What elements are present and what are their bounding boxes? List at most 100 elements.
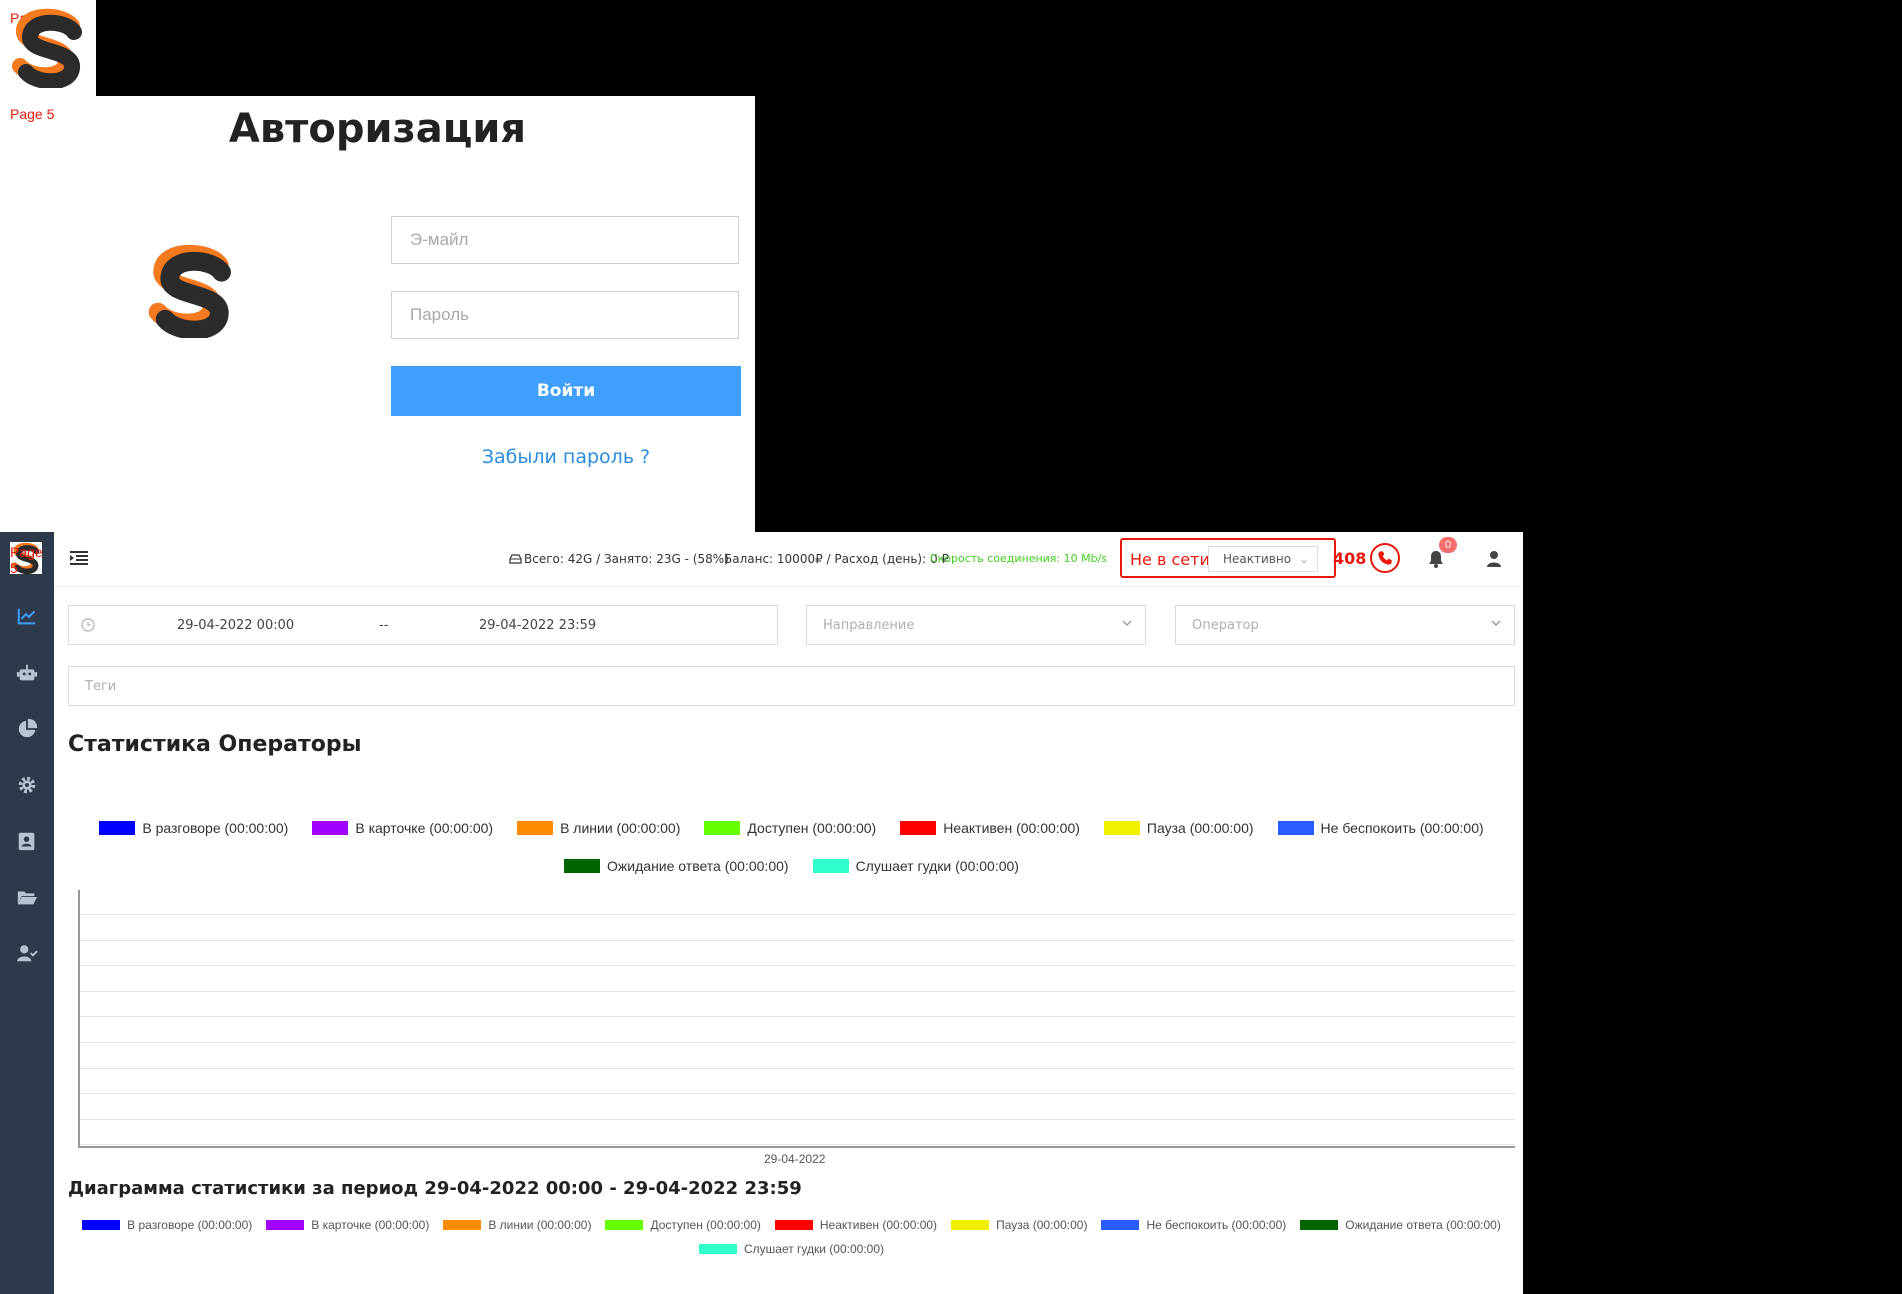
legend-label: Ожидание ответа (00:00:00) bbox=[1345, 1218, 1501, 1232]
legend-item[interactable]: Неактивен (00:00:00) bbox=[774, 1218, 938, 1232]
legend-swatch bbox=[605, 1220, 644, 1230]
forgot-password-link[interactable]: Забыли пароль ? bbox=[391, 446, 741, 468]
legend-item[interactable]: Не беспокоить (00:00:00) bbox=[1101, 1218, 1286, 1232]
status-code: 408 bbox=[1333, 549, 1367, 568]
folder-open-icon[interactable] bbox=[14, 884, 40, 910]
legend-swatch bbox=[1101, 1220, 1140, 1230]
legend-item[interactable]: Доступен (00:00:00) bbox=[704, 820, 876, 836]
operator-placeholder: Оператор bbox=[1192, 618, 1259, 633]
robot-icon[interactable] bbox=[14, 660, 40, 686]
chart-gridline bbox=[80, 1093, 1515, 1095]
tags-input[interactable]: Теги bbox=[68, 666, 1515, 706]
bell-icon[interactable] bbox=[1428, 550, 1444, 573]
notification-badge: 0 bbox=[1439, 537, 1457, 553]
legend-item[interactable]: В карточке (00:00:00) bbox=[312, 820, 493, 836]
legend-item[interactable]: В карточке (00:00:00) bbox=[266, 1218, 429, 1232]
legend-swatch bbox=[312, 821, 349, 835]
legend-swatch bbox=[774, 1220, 813, 1230]
login-logo bbox=[148, 244, 234, 338]
chart-gridline bbox=[80, 914, 1515, 915]
chart-line-icon[interactable] bbox=[14, 603, 40, 629]
direction-placeholder: Направление bbox=[823, 618, 915, 633]
login-title: Авторизация bbox=[228, 106, 527, 152]
legend-swatch bbox=[812, 859, 849, 873]
clock-icon bbox=[81, 618, 95, 636]
legend-swatch bbox=[517, 821, 554, 835]
legend-item[interactable]: Неактивен (00:00:00) bbox=[900, 820, 1080, 836]
phone-icon bbox=[1378, 551, 1392, 565]
user-check-icon[interactable] bbox=[14, 940, 40, 966]
legend-item[interactable]: В разговоре (00:00:00) bbox=[82, 1218, 252, 1232]
chart-gridline bbox=[80, 1067, 1515, 1069]
legend-label: Неактивен (00:00:00) bbox=[819, 1218, 938, 1232]
legend-label: В карточке (00:00:00) bbox=[355, 820, 494, 836]
password-field[interactable] bbox=[391, 291, 739, 339]
date-to[interactable]: 29-04-2022 23:59 bbox=[479, 618, 596, 633]
pie-chart-icon[interactable] bbox=[14, 716, 40, 742]
chart-gridline bbox=[80, 939, 1515, 941]
topbar: Всего: 42G / Занято: 23G - (58%) Баланс:… bbox=[54, 532, 1523, 587]
hdd-icon bbox=[509, 554, 522, 564]
legend-label: Доступен (00:00:00) bbox=[650, 1218, 761, 1232]
diagram-title: Диаграмма статистики за период 29-04-202… bbox=[68, 1178, 802, 1199]
connection-speed-text: Скорость соединения: 10 Mb/s bbox=[930, 552, 1108, 565]
legend-label: В линии (00:00:00) bbox=[560, 820, 681, 836]
chevron-down-icon bbox=[1490, 617, 1502, 633]
logo bbox=[12, 8, 84, 88]
dashboard: Page 5 Всего: 42G / Занято: 23G - (58%) bbox=[0, 532, 1523, 1294]
legend-item[interactable]: Ожидание ответа (00:00:00) bbox=[1300, 1218, 1501, 1232]
legend-label: Слушает гудки (00:00:00) bbox=[743, 1242, 885, 1256]
legend-label: Не беспокоить (00:00:00) bbox=[1320, 820, 1484, 836]
legend-label: Неактивен (00:00:00) bbox=[943, 820, 1080, 836]
legend-swatch bbox=[82, 1220, 121, 1230]
legend-item[interactable]: Доступен (00:00:00) bbox=[605, 1218, 761, 1232]
sidebar: Page 5 bbox=[0, 532, 54, 1294]
chart-gridline bbox=[80, 1118, 1515, 1120]
gear-icon[interactable] bbox=[14, 772, 40, 798]
disk-usage-text: Всего: 42G / Занято: 23G - (58%) bbox=[509, 552, 729, 566]
legend-swatch bbox=[99, 821, 136, 835]
legend-label: В разговоре (00:00:00) bbox=[142, 820, 289, 836]
date-from[interactable]: 29-04-2022 00:00 bbox=[177, 618, 294, 633]
legend-item[interactable]: Ожидание ответа (00:00:00) bbox=[564, 858, 789, 874]
legend-item[interactable]: Слушает гудки (00:00:00) bbox=[698, 1242, 885, 1256]
legend-label: Слушает гудки (00:00:00) bbox=[855, 858, 1019, 874]
legend-label: Ожидание ответа (00:00:00) bbox=[607, 858, 789, 874]
operator-status-box: Не в сети Неактивно ⌄ 408 bbox=[1120, 538, 1400, 578]
legend-label: В карточке (00:00:00) bbox=[311, 1218, 430, 1232]
legend-swatch bbox=[1300, 1220, 1339, 1230]
legend-item[interactable]: Пауза (00:00:00) bbox=[951, 1218, 1087, 1232]
legend-swatch bbox=[900, 821, 937, 835]
status-select-value: Неактивно bbox=[1223, 552, 1292, 566]
legend-swatch bbox=[951, 1220, 990, 1230]
login-button[interactable]: Войти bbox=[391, 366, 741, 416]
email-field[interactable] bbox=[391, 216, 739, 264]
date-range-picker[interactable]: 29-04-2022 00:00 -- 29-04-2022 23:59 bbox=[68, 605, 778, 645]
legend-item[interactable]: Пауза (00:00:00) bbox=[1103, 820, 1254, 836]
menu-toggle-icon[interactable] bbox=[70, 550, 88, 571]
chart-legend: В разговоре (00:00:00) В карточке (00:00:… bbox=[68, 820, 1515, 874]
legend-item[interactable]: Слушает гудки (00:00:00) bbox=[812, 858, 1019, 874]
legend-label: Пауза (00:00:00) bbox=[1146, 820, 1254, 836]
direction-select[interactable]: Направление bbox=[806, 605, 1146, 645]
contact-card-icon[interactable] bbox=[14, 828, 40, 854]
legend-swatch bbox=[443, 1220, 482, 1230]
legend-swatch bbox=[1277, 821, 1314, 835]
chart-gridline bbox=[80, 1016, 1515, 1018]
user-icon[interactable] bbox=[1486, 550, 1502, 572]
legend-item[interactable]: В линии (00:00:00) bbox=[517, 820, 680, 836]
legend-item[interactable]: В линии (00:00:00) bbox=[443, 1218, 591, 1232]
legend-label: В линии (00:00:00) bbox=[488, 1218, 592, 1232]
chart-gridline bbox=[80, 1042, 1515, 1043]
status-label: Не в сети bbox=[1130, 550, 1210, 569]
diagram-legend: В разговоре (00:00:00) В карточке (00:00:… bbox=[68, 1218, 1515, 1256]
status-select[interactable]: Неактивно ⌄ bbox=[1208, 546, 1318, 572]
operator-select[interactable]: Оператор bbox=[1175, 605, 1515, 645]
page-title: Статистика Операторы bbox=[68, 732, 362, 757]
legend-item[interactable]: Не беспокоить (00:00:00) bbox=[1277, 820, 1484, 836]
legend-swatch bbox=[564, 859, 601, 873]
legend-item[interactable]: В разговоре (00:00:00) bbox=[99, 820, 288, 836]
legend-label: Пауза (00:00:00) bbox=[996, 1218, 1088, 1232]
disk-usage-value: Всего: 42G / Занято: 23G - (58%) bbox=[524, 552, 729, 566]
phone-button[interactable] bbox=[1370, 543, 1400, 573]
